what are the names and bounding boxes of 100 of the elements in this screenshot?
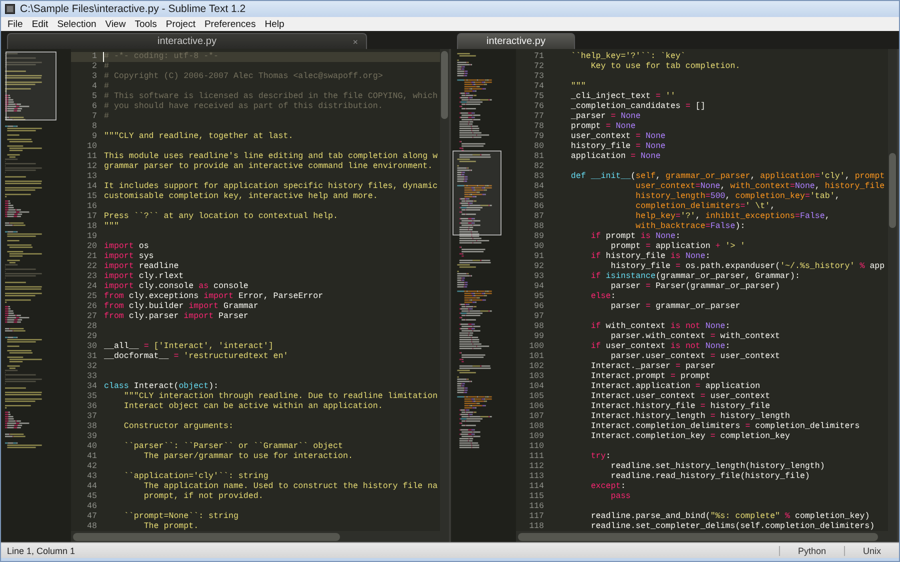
line-number: 16: [86, 202, 98, 212]
line-number: 45: [86, 492, 98, 502]
line-number: 76: [533, 102, 545, 112]
line-number: 17: [86, 212, 98, 222]
line-number: 47: [86, 512, 98, 522]
code-line: """: [103, 222, 119, 232]
code-line: import cly.rlext: [103, 272, 184, 282]
code-line: import readline: [103, 262, 179, 272]
line-number: 81: [533, 152, 545, 162]
code-line: if history_file is None:: [590, 252, 710, 262]
tab-close-button[interactable]: ×: [352, 36, 358, 46]
code-line: prompt, if not provided.: [142, 492, 264, 502]
code-line: Interact.completion_delimiters = completion_delimiters: [590, 422, 860, 432]
code-line: def __init__(self, grammar_or_parser, application='cly', prompt: [570, 172, 885, 182]
line-number: 96: [533, 302, 545, 312]
vertical-scrollbar[interactable]: [440, 49, 449, 531]
line-number: 86: [533, 202, 545, 212]
code-line: grammar parser to provide an interactive command line environment.: [103, 162, 433, 172]
menu-item[interactable]: Help: [260, 18, 289, 30]
code-line: Interact.prompt = prompt: [590, 372, 710, 382]
code-line: if user_context is not None:: [590, 342, 730, 352]
code-line: history_file = os.path.expanduser('~/.%s_history' % app: [610, 262, 885, 272]
code-line: readline.parse_and_bind("%s: complete" % completion_key): [590, 512, 870, 522]
line-number: 79: [533, 132, 545, 142]
line-number: 95: [533, 292, 545, 302]
line-number: 94: [533, 282, 545, 292]
menu-item[interactable]: Edit: [27, 18, 53, 30]
line-number: 114: [528, 482, 545, 492]
menu-item[interactable]: Preferences: [200, 18, 260, 30]
line-number: 71: [533, 52, 545, 62]
line-number: 103: [528, 372, 545, 382]
line-number: 26: [86, 302, 98, 312]
line-number: 18: [86, 222, 98, 232]
line-number: 85: [533, 192, 545, 202]
code-line: parser = Parser(grammar_or_parser): [610, 282, 780, 292]
code-line: #: [103, 112, 109, 122]
code-line: parser.user_context = user_context: [610, 352, 780, 362]
line-number: 22: [86, 262, 98, 272]
line-number: 113: [528, 472, 545, 482]
menu-item[interactable]: Tools: [130, 18, 162, 30]
code-line: """: [570, 82, 586, 92]
code-line: Interact.history_file = history_file: [590, 402, 770, 412]
menu-item[interactable]: View: [100, 18, 130, 30]
line-number: 108: [528, 422, 545, 432]
menu-item[interactable]: File: [3, 18, 28, 30]
code-line: Constructor arguments:: [122, 422, 234, 432]
code-line: Interact.user_context = user_context: [590, 392, 770, 402]
line-number: 9: [91, 132, 98, 142]
code-line: from cly.builder import Grammar: [103, 302, 258, 312]
code-line: Interact._parser = parser: [590, 362, 716, 372]
code-line: Press ``?`` at any location to contextual help.: [103, 212, 338, 222]
menu-item[interactable]: Selection: [52, 18, 101, 30]
line-number: 1: [91, 52, 98, 62]
code-line: readline.read_history_file(history_file): [610, 472, 810, 482]
horizontal-scrollbar[interactable]: [71, 531, 449, 542]
menu-item[interactable]: Project: [161, 18, 200, 30]
vertical-scrollbar[interactable]: [888, 49, 897, 531]
code-line: This module uses readline's line editing and tab completion along w: [103, 152, 438, 162]
line-number: 25: [86, 292, 98, 302]
line-endings-selector[interactable]: Unix: [844, 546, 899, 556]
line-number: 34: [86, 382, 98, 392]
horizontal-scrollbar[interactable]: [516, 531, 897, 542]
line-number: 10: [86, 142, 98, 152]
code-line: help_key='?', inhibit_exceptions=False,: [634, 212, 830, 222]
line-number: 43: [86, 472, 98, 482]
line-number: 29: [86, 332, 98, 342]
file-tab[interactable]: interactive.py ×: [7, 33, 367, 49]
line-number: 32: [86, 362, 98, 372]
line-number: 87: [533, 212, 545, 222]
line-number: 8: [91, 122, 98, 132]
code-line: """CLY interaction through readline. Due to readline limitation: [122, 392, 438, 402]
file-tab[interactable]: interactive.py: [457, 33, 575, 49]
line-number: 91: [533, 252, 545, 262]
code-line: class Interact(object):: [103, 382, 219, 392]
code-line: #: [103, 82, 109, 92]
code-line: """CLY and readline, together at last.: [103, 132, 294, 142]
syntax-selector[interactable]: Python: [778, 546, 844, 556]
line-number: 48: [86, 522, 98, 531]
code-line: user_context=None, with_context=None, history_file: [634, 182, 885, 192]
line-number: 12: [86, 162, 98, 172]
line-number: 99: [533, 332, 545, 342]
line-number: 2: [91, 62, 98, 72]
line-number: 112: [528, 462, 545, 472]
line-number: 3: [91, 72, 98, 82]
code-line: Interact object can be active within an application.: [122, 402, 383, 412]
code-line: ``help_key='?'``: `key`: [570, 52, 686, 62]
line-number: 90: [533, 242, 545, 252]
code-line: __all__ = ['Interact', 'interact']: [103, 342, 274, 352]
code-line: with_backtrace=False):: [634, 222, 746, 232]
line-number: 107: [528, 412, 545, 422]
line-number: 4: [91, 82, 98, 92]
code-line: readline.set_history_length(history_length): [610, 462, 825, 472]
code-line: parser.with_context = with_context: [610, 332, 780, 342]
code-line: import sys: [103, 252, 154, 262]
code-line: #: [103, 62, 109, 72]
line-number: 24: [86, 282, 98, 292]
line-number: 92: [533, 262, 545, 272]
code-line: user_context = None: [570, 132, 666, 142]
code-line: _cli_inject_text = '': [570, 92, 676, 102]
code-line: It includes support for application specific history files, dynamic: [103, 182, 438, 192]
